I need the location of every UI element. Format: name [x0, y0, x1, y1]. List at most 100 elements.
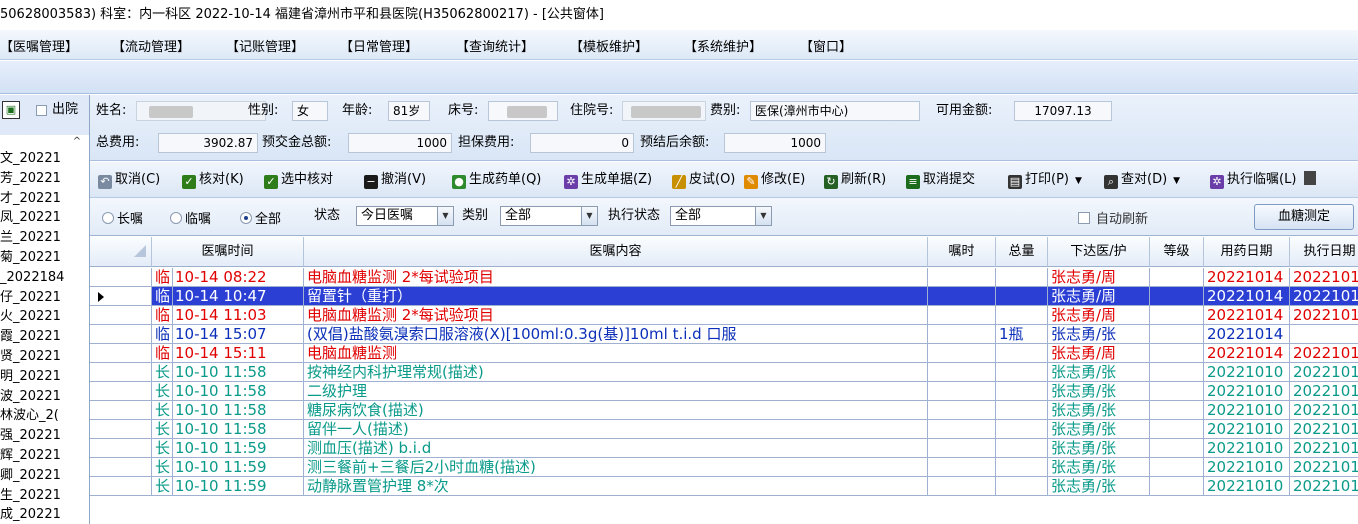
cell-doctor: 张志勇/张	[1048, 439, 1150, 458]
cell-total: 1瓶	[996, 325, 1048, 344]
row-indicator[interactable]	[90, 268, 152, 287]
row-indicator[interactable]	[90, 306, 152, 325]
menu-window[interactable]: 【窗口】	[800, 36, 852, 55]
patient-list-item[interactable]: 辉_20221	[0, 448, 66, 464]
patient-list-item[interactable]: 菊_20221	[0, 250, 66, 266]
toolbar-button-2[interactable]: ✓ 选中核对	[264, 171, 333, 189]
patient-icon[interactable]: ▣	[2, 101, 20, 119]
toolbar-button-4[interactable]: ● 生成药单(Q)	[452, 171, 541, 189]
menu-bar: 【医嘱管理】 【流动管理】 【记账管理】 【日常管理】 【查询统计】 【模板维护…	[0, 30, 1358, 60]
table-row[interactable]: 长 10-10 11:58 二级护理 张志勇/张 20221010 2022101	[90, 382, 1358, 401]
row-indicator[interactable]	[90, 477, 152, 496]
table-row[interactable]: 临 10-14 15:11 电脑血糖监测 张志勇/周 20221014 2022101	[90, 344, 1358, 363]
toolbar-button-9[interactable]: ≡ 取消提交	[906, 171, 975, 189]
gear-icon: ✲	[564, 175, 578, 189]
glucose-test-button[interactable]: 血糖测定	[1254, 204, 1354, 230]
menu-query-statistics[interactable]: 【查询统计】	[456, 36, 534, 55]
cell-dose-time	[928, 420, 996, 439]
menu-system-maintenance[interactable]: 【系统维护】	[684, 36, 762, 55]
long-term-radio[interactable]: 长嘱	[102, 208, 143, 227]
row-indicator[interactable]	[90, 382, 152, 401]
patient-list-item[interactable]: 凤_20221	[0, 210, 66, 226]
cell-content: 动静脉置管护理 8*次	[304, 477, 928, 496]
patient-list-item[interactable]: 强_20221	[0, 428, 66, 444]
row-indicator[interactable]	[90, 363, 152, 382]
table-row[interactable]: 临 10-14 15:07 (双倡)盐酸氨溴索口服溶液(X)[100ml:0.3g(…	[90, 325, 1358, 344]
column-header-total[interactable]: 总量	[996, 237, 1048, 267]
patient-list-item[interactable]: 仔_20221	[0, 290, 66, 306]
auto-refresh-checkbox[interactable]: 自动刷新	[1078, 208, 1148, 227]
patient-list-item[interactable]: 波_20221	[0, 389, 66, 405]
menu-flow-management[interactable]: 【流动管理】	[112, 36, 190, 55]
menu-template-maintenance[interactable]: 【模板维护】	[570, 36, 648, 55]
cell-total	[996, 420, 1048, 439]
row-indicator[interactable]	[90, 420, 152, 439]
order-time: 10-10 11:58	[175, 401, 267, 419]
patient-list-item[interactable]: 明_20221	[0, 369, 66, 385]
toolbar-button-3[interactable]: − 撤消(V)	[364, 171, 426, 189]
category-select[interactable]: 全部 ▼	[500, 206, 598, 226]
table-row[interactable]: 长 10-10 11:59 测血压(描述) b.i.d 张志勇/张 20221010 20…	[90, 439, 1358, 458]
column-header-level[interactable]: 等级	[1150, 237, 1204, 267]
dropdown-arrow-icon[interactable]: ▼	[1075, 176, 1082, 186]
cell-exec-date: 2022101	[1290, 363, 1358, 382]
patient-list-item[interactable]: 才_20221	[0, 191, 66, 207]
toolbar-button-7[interactable]: ✎ 修改(E)	[744, 171, 805, 189]
table-row[interactable]: 长 10-10 11:58 糖尿病饮食(描述) 张志勇/张 20221010 202210…	[90, 401, 1358, 420]
patient-list-item[interactable]: 卿_20221	[0, 468, 66, 484]
table-row[interactable]: 临 10-14 10:47 留置针（重打） 张志勇/周 20221014 2022101	[90, 287, 1358, 306]
patient-list-item[interactable]: 霞_20221	[0, 329, 66, 345]
row-indicator[interactable]	[90, 458, 152, 477]
column-header-drug-date[interactable]: 用药日期	[1204, 237, 1290, 267]
status-select[interactable]: 今日医嘱 ▼	[356, 206, 454, 226]
temporary-radio[interactable]: 临嘱	[170, 208, 211, 227]
menu-daily-management[interactable]: 【日常管理】	[340, 36, 418, 55]
bed-field	[488, 101, 558, 121]
table-row[interactable]: 长 10-10 11:58 留伴一人(描述) 张志勇/张 20221010 2022101	[90, 420, 1358, 439]
calculator-icon[interactable]	[1304, 171, 1317, 185]
table-row[interactable]: 临 10-14 11:03 电脑血糖监测 2*每试验项目 张志勇/周 20221014 2…	[90, 306, 1358, 325]
discharge-checkbox[interactable]	[36, 105, 47, 116]
patient-list-item[interactable]: 文_20221	[0, 151, 66, 167]
patient-list-item[interactable]: 芳_20221	[0, 171, 66, 187]
all-radio[interactable]: 全部	[240, 208, 281, 227]
patient-list-item[interactable]: _2022184	[0, 270, 66, 286]
toolbar-button-0[interactable]: ↶ 取消(C)	[98, 171, 160, 189]
menu-order-management[interactable]: 【医嘱管理】	[0, 36, 78, 55]
toolbar-button-10[interactable]: ▤ 打印(P) ▼	[1008, 171, 1082, 190]
toolbar-button-5[interactable]: ✲ 生成单据(Z)	[564, 171, 652, 189]
toolbar-button-8[interactable]: ↻ 刷新(R)	[824, 171, 886, 189]
table-row[interactable]: 长 10-10 11:59 动静脉置管护理 8*次 张志勇/张 20221010 2022…	[90, 477, 1358, 496]
toolbar-button-6[interactable]: ╱ 皮试(O)	[672, 171, 735, 189]
patient-list-item[interactable]: 贤_20221	[0, 349, 66, 365]
toolbar-button-label: 撤消(V)	[381, 172, 427, 187]
toolbar-button-11[interactable]: ⌕ 查对(D) ▼	[1104, 171, 1180, 190]
grid-corner[interactable]	[90, 237, 152, 267]
scroll-up-icon[interactable]: ^	[66, 135, 88, 149]
toolbar-button-1[interactable]: ✓ 核对(K)	[182, 171, 244, 189]
cell-level	[1150, 325, 1204, 344]
patient-list-item[interactable]: 生_20221	[0, 488, 66, 504]
exec-status-select[interactable]: 全部 ▼	[670, 206, 772, 226]
table-row[interactable]: 临 10-14 08:22 电脑血糖监测 2*每试验项目 张志勇/周 20221014 2…	[90, 268, 1358, 287]
table-row[interactable]: 长 10-10 11:59 测三餐前+三餐后2小时血糖(描述) 张志勇/张 202210…	[90, 458, 1358, 477]
column-header-exec-date[interactable]: 执行日期	[1290, 237, 1358, 267]
toolbar-button-12[interactable]: ✲ 执行临嘱(L)	[1210, 171, 1317, 189]
patient-list-item[interactable]: 林波心_2(	[0, 408, 66, 424]
menu-billing-management[interactable]: 【记账管理】	[226, 36, 304, 55]
row-indicator[interactable]	[90, 287, 152, 306]
row-indicator[interactable]	[90, 344, 152, 363]
column-header-order-time[interactable]: 医嘱时间	[152, 237, 304, 267]
row-indicator[interactable]	[90, 401, 152, 420]
table-row[interactable]: 长 10-10 11:58 按神经内科护理常规(描述) 张志勇/张 20221010 20…	[90, 363, 1358, 382]
row-indicator[interactable]	[90, 325, 152, 344]
dropdown-arrow-icon[interactable]: ▼	[1173, 176, 1180, 186]
row-indicator[interactable]	[90, 439, 152, 458]
column-header-doctor-nurse[interactable]: 下达医/护	[1048, 237, 1150, 267]
column-header-dose-time[interactable]: 嘱时	[928, 237, 996, 267]
current-row-arrow-icon	[98, 292, 104, 302]
patient-list-item[interactable]: 火_20221	[0, 309, 66, 325]
patient-list-item[interactable]: 成_20221	[0, 507, 66, 523]
patient-list-item[interactable]: 兰_20221	[0, 230, 66, 246]
column-header-order-content[interactable]: 医嘱内容	[304, 237, 928, 267]
